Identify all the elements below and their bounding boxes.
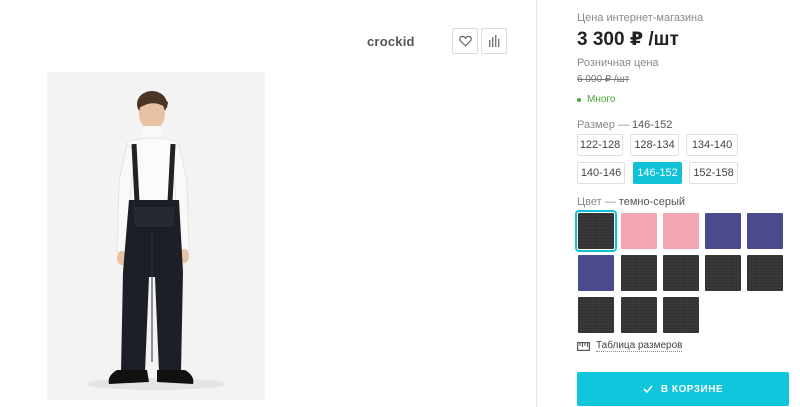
- online-price: 3 300 ₽ /шт: [577, 29, 679, 50]
- color-label-text: Цвет: [577, 196, 602, 208]
- product-gallery-pane: crockid: [0, 0, 536, 407]
- online-price-label: Цена интернет-магазина: [577, 12, 704, 24]
- color-swatch[interactable]: [747, 213, 783, 249]
- color-swatch[interactable]: [705, 213, 741, 249]
- size-option[interactable]: 140-146: [577, 162, 625, 184]
- pane-divider: [536, 0, 537, 407]
- product-photo[interactable]: [47, 72, 265, 400]
- brand-logo: crockid: [367, 34, 415, 49]
- stock-label: Много: [587, 94, 616, 105]
- size-option[interactable]: 134-140: [686, 134, 738, 156]
- color-swatch[interactable]: [663, 297, 699, 333]
- ruler-icon: [577, 341, 590, 351]
- favorite-button[interactable]: [452, 28, 478, 54]
- size-option[interactable]: 152-158: [689, 162, 738, 184]
- size-selected-value: 146-152: [631, 119, 673, 131]
- retail-price: 6 000 ₽ /шт: [577, 74, 630, 85]
- retail-price-label: Розничная цена: [577, 57, 659, 69]
- color-swatch[interactable]: [621, 297, 657, 333]
- color-swatch[interactable]: [621, 213, 657, 249]
- size-option-selected[interactable]: 146-152: [633, 162, 682, 184]
- in-cart-label: В КОРЗИНЕ: [660, 383, 724, 395]
- size-label-text: Размер: [577, 119, 615, 131]
- compare-button[interactable]: [481, 28, 507, 54]
- color-swatch-selected[interactable]: [575, 210, 617, 252]
- size-option[interactable]: 128-134: [630, 134, 679, 156]
- in-cart-button[interactable]: В КОРЗИНЕ: [577, 372, 789, 406]
- size-table-label: Таблица размеров: [596, 340, 683, 352]
- color-swatch[interactable]: [663, 213, 699, 249]
- heart-icon: [458, 35, 472, 47]
- color-swatch[interactable]: [578, 297, 614, 333]
- stock-status: Много: [577, 94, 615, 105]
- size-table-link[interactable]: Таблица размеров: [577, 340, 683, 352]
- color-selected-value: темно-серый: [618, 196, 686, 208]
- bar-chart-icon: [489, 35, 500, 47]
- color-swatch[interactable]: [705, 255, 741, 291]
- checkmark-icon: [643, 385, 653, 393]
- size-option[interactable]: 122-128: [577, 134, 623, 156]
- size-label: Размер — 146-152: [577, 119, 673, 131]
- color-swatch[interactable]: [621, 255, 657, 291]
- color-swatch[interactable]: [663, 255, 699, 291]
- stock-dot-icon: [577, 97, 581, 102]
- brand-name: crockid: [367, 34, 415, 49]
- color-swatch[interactable]: [747, 255, 783, 291]
- color-label: Цвет — темно-серый: [577, 196, 686, 208]
- color-swatch[interactable]: [578, 255, 614, 291]
